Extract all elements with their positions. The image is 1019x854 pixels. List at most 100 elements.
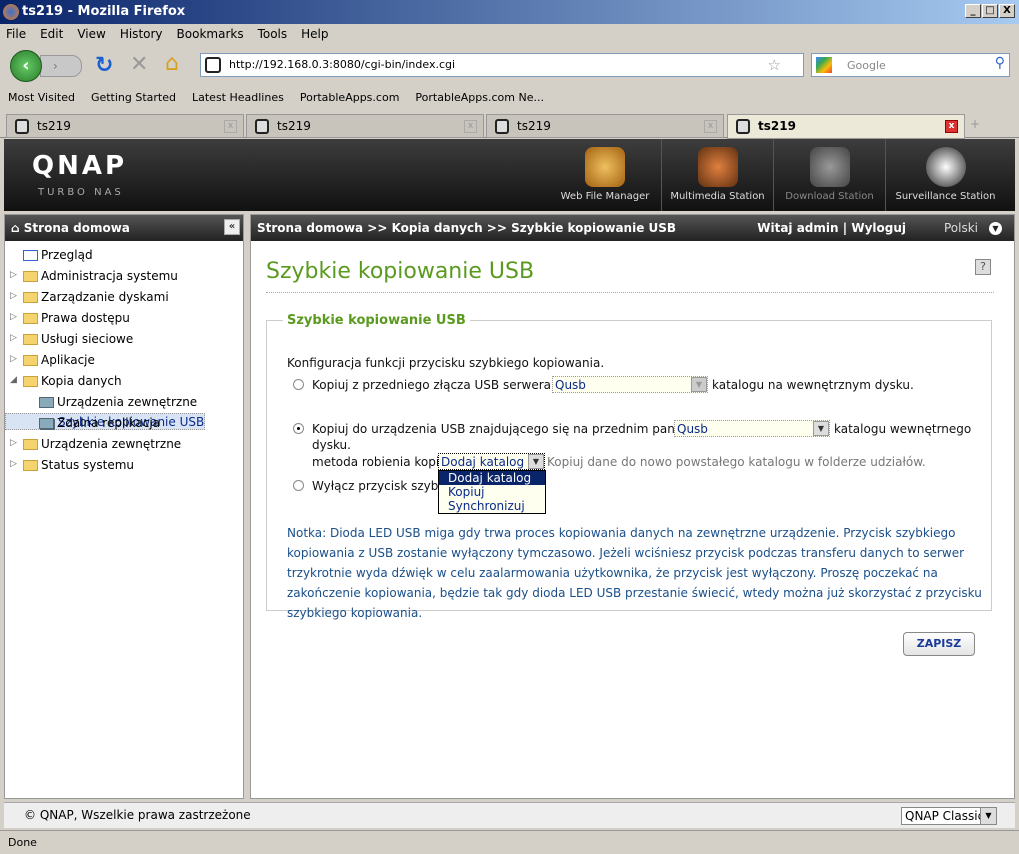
select-value: Qusb [555,378,586,392]
menu-help[interactable]: Help [301,27,328,41]
minimize-button[interactable]: _ [965,4,981,18]
menu-bookmarks[interactable]: Bookmarks [177,27,244,41]
browser-tab[interactable]: ts219 x [6,114,244,138]
collapse-arrow-icon: ◢ [10,375,17,385]
copy-method-select[interactable]: Dodaj katalog ▼ [438,453,545,470]
help-icon[interactable]: ? [975,259,991,275]
maximize-button[interactable]: □ [982,4,998,18]
qnap-favicon [255,119,269,134]
search-input[interactable]: Google ⚲ [811,53,1010,77]
sidebar-item-urzadzenia-zewnetrzne[interactable]: ▷ Urządzenia zewnętrzne [5,434,243,455]
app-multimedia-station[interactable]: Multimedia Station [661,139,773,211]
browser-tab[interactable]: ts219 x [246,114,484,138]
home-icon: ⌂ [11,221,20,235]
overview-icon [23,250,38,261]
sidebar-item-dyski[interactable]: ▷ Zarządzanie dyskami [5,287,243,308]
copy-method-dropdown: Dodaj katalog Kopiuj Synchronizuj [438,470,546,514]
app-surveillance-station[interactable]: Surveillance Station [885,139,1005,211]
option-kopiuj[interactable]: Kopiuj [439,485,545,499]
address-bar[interactable]: http://192.168.0.3:8080/cgi-bin/index.cg… [200,53,804,77]
sidebar-item-administracja[interactable]: ▷ Administracja systemu [5,266,243,287]
radio-copy-to-usb[interactable] [293,423,304,434]
opt2-suffix-line2: dysku. [312,438,351,452]
sidebar-item-urzadzenia-zew-kopia[interactable]: Urządzenia zewnętrzne [5,392,243,413]
option-dodaj-katalog[interactable]: Dodaj katalog [439,471,545,485]
close-tab-icon[interactable]: x [945,120,958,133]
star-icon[interactable]: ☆ [768,56,781,74]
note-text: Notka: Dioda LED USB miga gdy trwa proce… [287,526,982,620]
back-button[interactable]: ‹ [10,50,42,82]
google-icon [816,57,832,73]
sidebar-item-kopia[interactable]: ◢ Kopia danych [5,371,243,392]
multimedia-station-icon [697,147,738,187]
item-label: Zdalna replikacja [57,416,161,430]
window-title: ts219 - Mozilla Firefox [22,4,186,19]
sidebar-item-aplikacje[interactable]: ▷ Aplikacje [5,350,243,371]
browser-tab-active[interactable]: ts219 x [727,114,965,139]
theme-select[interactable]: QNAP Classic ▼ [901,807,997,825]
menu-view[interactable]: View [77,27,105,41]
menu-edit[interactable]: Edit [40,27,63,41]
opt1-folder-select[interactable]: Qusb ▼ [552,376,708,393]
logo-subtitle: TURBO NAS [38,187,124,198]
sidebar-item-zdalna-replikacja[interactable]: Zdalna replikacja [5,413,243,434]
bookmark-getting-started[interactable]: Getting Started [91,91,176,104]
close-tab-icon[interactable]: x [464,120,477,133]
save-button[interactable]: ZAPISZ [903,632,975,656]
url-text: http://192.168.0.3:8080/cgi-bin/index.cg… [229,58,456,71]
bookmarks-bar: Most Visited Getting Started Latest Headli… [0,87,1019,109]
footer: © QNAP, Wszelkie prawa zastrzeżone QNAP … [4,802,1015,828]
app-web-file-manager[interactable]: Web File Manager [549,139,661,211]
site-icon [205,57,221,73]
close-tab-icon[interactable]: x [704,120,717,133]
option-synchronizuj[interactable]: Synchronizuj [439,499,545,513]
home-icon[interactable]: ⌂ [165,51,179,76]
menu-tools[interactable]: Tools [258,27,288,41]
bookmark-portableapps-news[interactable]: PortableApps.com Ne... [415,91,544,104]
radio-disable-button[interactable] [293,480,304,491]
bookmark-most-visited[interactable]: Most Visited [8,91,75,104]
main-header: Strona domowa >> Kopia danych >> Szybkie… [251,215,1014,241]
sidebar-item-prawa[interactable]: ▷ Prawa dostępu [5,308,243,329]
expand-arrow-icon: ▷ [10,312,17,322]
forward-button[interactable]: › [40,55,82,77]
stop-icon[interactable]: ✕ [130,52,148,77]
collapse-sidebar-button[interactable]: « [224,219,240,235]
opt1-label: Kopiuj z przedniego złącza USB serwera d… [312,378,570,392]
sidebar-header: ⌂ Strona domowa « [5,215,243,241]
radio-copy-from-usb[interactable] [293,379,304,390]
menu-file[interactable]: File [6,27,26,41]
bookmark-latest-headlines[interactable]: Latest Headlines [192,91,284,104]
folder-icon [23,439,38,450]
close-tab-icon[interactable]: x [224,120,237,133]
sidebar-item-status[interactable]: ▷ Status systemu [5,455,243,476]
item-label: Przegląd [41,248,93,262]
tab-bar: ts219 x ts219 x ts219 x ts219 x + [0,112,1019,139]
chevron-down-icon[interactable]: ▼ [989,222,1002,235]
bookmark-portableapps[interactable]: PortableApps.com [300,91,400,104]
method-label: metoda robienia kopii: [312,455,447,469]
sidebar-item-przeglad[interactable]: Przegląd [5,245,243,266]
nav-tree: Przegląd ▷ Administracja systemu ▷ Zarządz… [5,241,243,476]
tab-label: ts219 [517,119,551,133]
sidebar-title: Strona domowa [23,221,130,235]
select-value: Qusb [677,422,708,436]
chevron-down-icon: ▼ [813,421,829,436]
expand-arrow-icon: ▷ [10,291,17,301]
reload-icon[interactable]: ↻ [95,53,113,78]
logout-link[interactable]: Wyloguj [851,221,906,235]
expand-arrow-icon: ▷ [10,354,17,364]
magnifier-icon[interactable]: ⚲ [995,55,1005,71]
close-window-button[interactable]: X [999,4,1015,18]
sidebar-item-uslugi[interactable]: ▷ Usługi sieciowe [5,329,243,350]
menu-history[interactable]: History [120,27,163,41]
item-label: Usługi sieciowe [41,332,134,346]
folder-icon [23,355,38,366]
folder-open-icon [23,376,38,387]
browser-tab[interactable]: ts219 x [486,114,724,138]
language-selector[interactable]: Polski [944,221,978,235]
app-download-station[interactable]: Download Station [773,139,885,211]
item-label: Zarządzanie dyskami [41,290,169,304]
new-tab-icon[interactable]: + [970,117,980,131]
opt2-folder-select[interactable]: Qusb ▼ [674,420,830,437]
